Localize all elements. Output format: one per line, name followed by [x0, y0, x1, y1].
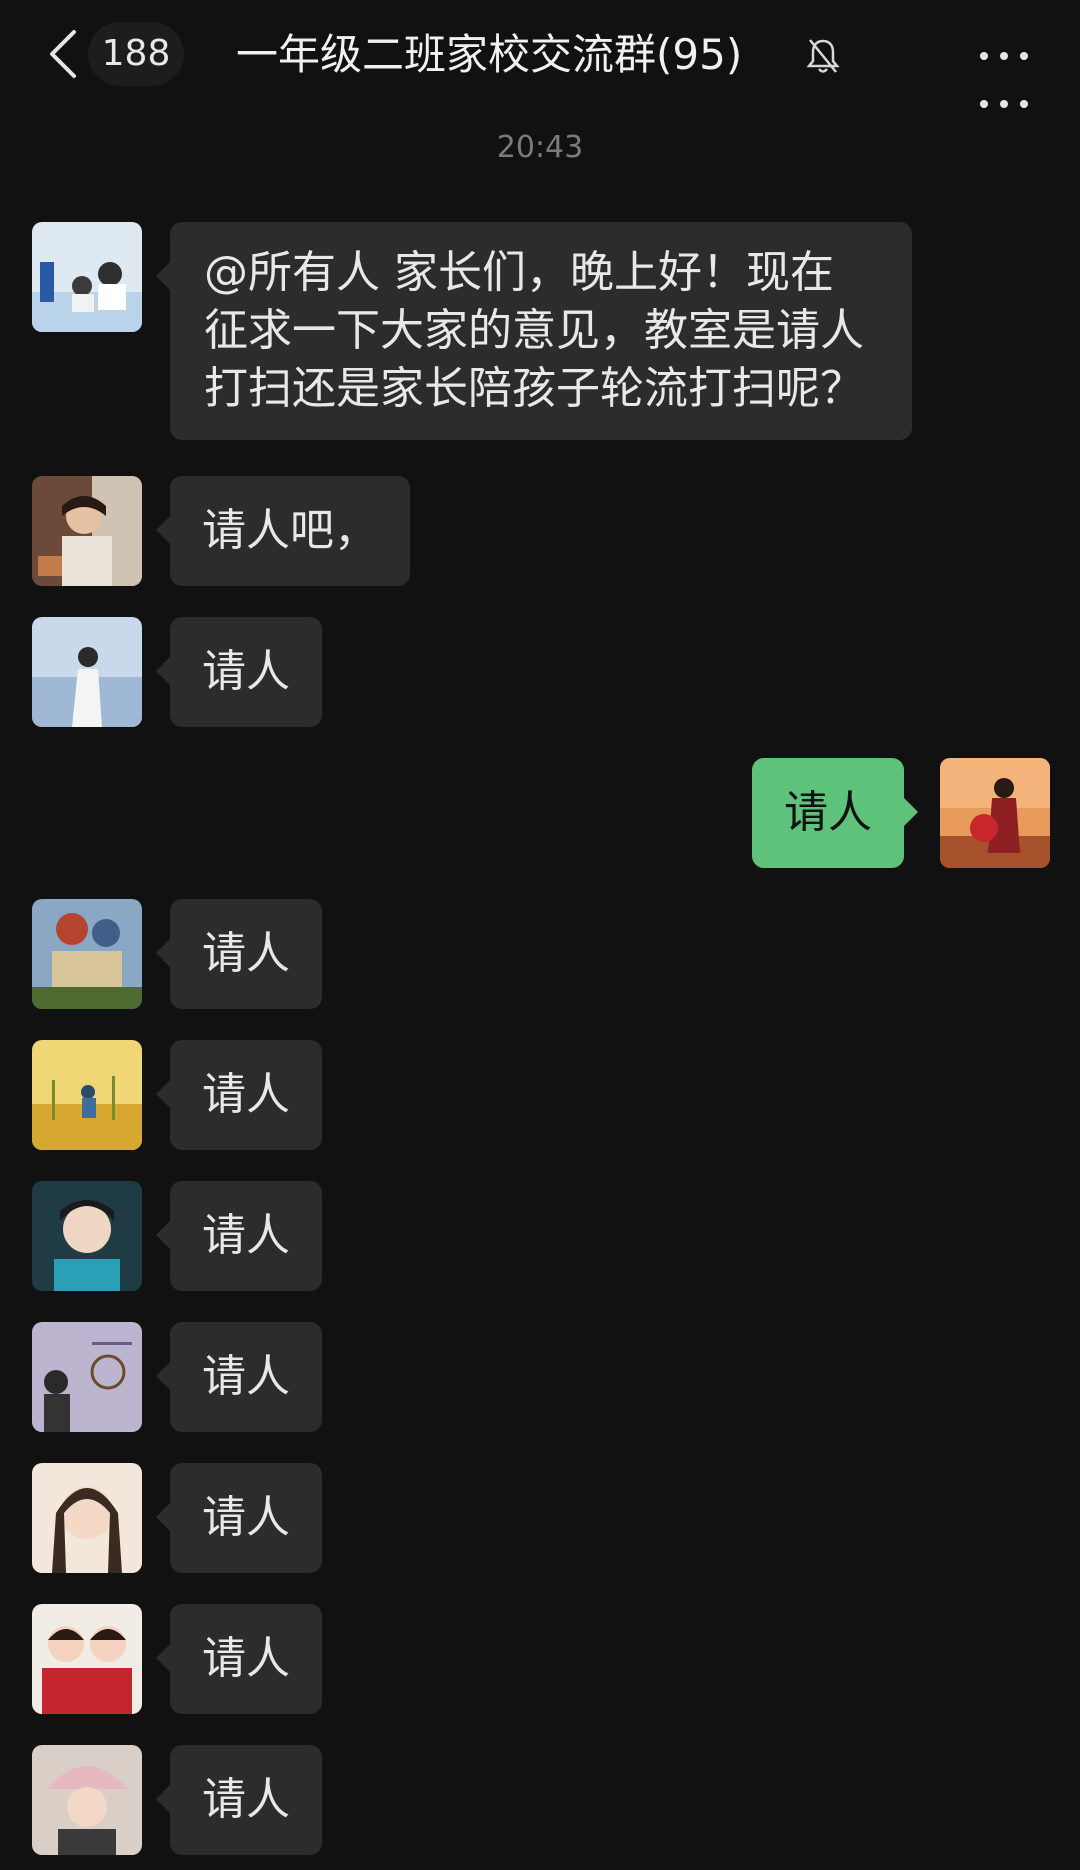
message-bubble[interactable]: 请人: [156, 1745, 322, 1855]
avatar[interactable]: [32, 617, 142, 727]
avatar[interactable]: [32, 476, 142, 586]
avatar[interactable]: [32, 1463, 142, 1573]
more-options-button[interactable]: [976, 40, 1040, 120]
avatar[interactable]: [940, 758, 1050, 868]
message-bubble[interactable]: 请人: [156, 1181, 322, 1291]
bell-off-icon: [806, 36, 840, 76]
message-bubble[interactable]: 请人吧，: [156, 476, 410, 586]
message-bubble[interactable]: 请人: [752, 758, 918, 868]
avatar[interactable]: [32, 1181, 142, 1291]
avatar[interactable]: [32, 899, 142, 1009]
chat-header: 188 一年级二班家校交流群(95): [0, 0, 1080, 120]
avatar[interactable]: [32, 1745, 142, 1855]
message-text-line: @所有人 家长们，晚上好！现在: [204, 247, 834, 298]
message-bubble[interactable]: 请人: [156, 617, 322, 727]
avatar[interactable]: [32, 1322, 142, 1432]
avatar[interactable]: [32, 1040, 142, 1150]
message-bubble[interactable]: 请人: [156, 899, 322, 1009]
message-bubble[interactable]: 请人: [156, 1322, 322, 1432]
avatar[interactable]: [32, 222, 142, 332]
message-bubble[interactable]: 请人: [156, 1040, 322, 1150]
back-button[interactable]: [40, 26, 86, 82]
chevron-left-icon: [50, 30, 76, 78]
message-bubble[interactable]: 请人: [156, 1463, 322, 1573]
chat-title[interactable]: 一年级二班家校交流群(95): [236, 22, 742, 88]
more-dots-icon: [980, 52, 1028, 108]
message-text-line: 征求一下大家的意见，教室是请人: [204, 305, 864, 356]
message-timestamp: 20:43: [496, 130, 584, 165]
message-bubble[interactable]: @所有人 家长们，晚上好！现在 征求一下大家的意见，教室是请人 打扫还是家长陪孩…: [156, 222, 912, 440]
unread-count-badge[interactable]: 188: [88, 22, 184, 86]
message-text-line: 打扫还是家长陪孩子轮流打扫呢？: [204, 363, 864, 414]
avatar[interactable]: [32, 1604, 142, 1714]
message-bubble[interactable]: 请人: [156, 1604, 322, 1714]
